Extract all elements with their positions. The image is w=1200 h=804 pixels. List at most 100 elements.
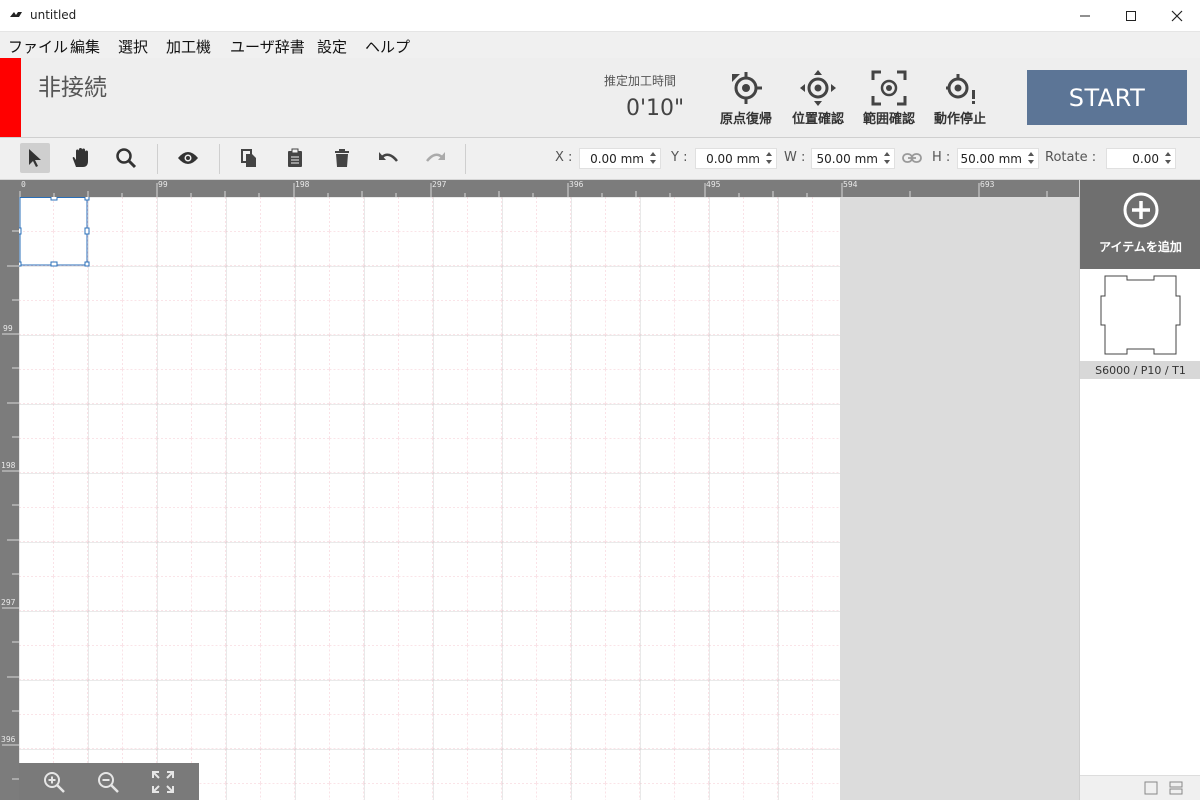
close-button[interactable] (1154, 0, 1200, 32)
home-return-button[interactable]: 原点復帰 (714, 68, 778, 128)
select-tool-button[interactable] (20, 143, 50, 173)
position-check-button[interactable]: 位置確認 (786, 68, 850, 128)
add-item-button[interactable]: アイテムを追加 (1080, 180, 1200, 269)
ruler-ticks (2, 230, 19, 780)
machine-header: 非接続 推定加工時間 0'10" 原点復帰 位置確認 範囲確認 動作停止 STA… (0, 58, 1200, 138)
x-value: 0.00 mm (590, 152, 644, 166)
spin-arrows-icon[interactable] (765, 150, 773, 166)
maximize-button[interactable] (1108, 0, 1154, 32)
home-return-label: 原点復帰 (719, 112, 772, 127)
minimize-button[interactable] (1062, 0, 1108, 32)
ruler-label: 198 (1, 461, 16, 470)
menu-settings[interactable]: 設定 (317, 36, 347, 57)
start-button[interactable]: START (1027, 70, 1187, 125)
fit-screen-icon (152, 771, 174, 793)
ruler-label: 297 (432, 180, 447, 189)
estimate-time-label: 推定加工時間 (604, 74, 677, 88)
app-logo-icon (10, 12, 22, 17)
ruler-label: 396 (569, 180, 584, 189)
ruler-label: 0 (21, 180, 26, 189)
redo-icon (426, 152, 445, 162)
menu-help[interactable]: ヘルプ (365, 36, 410, 57)
toolbar-divider (465, 144, 466, 174)
h-field[interactable]: 50.00 mm (957, 148, 1039, 169)
copy-icon (241, 149, 256, 167)
zoom-out-icon (98, 772, 119, 793)
stop-motion-label: 動作停止 (933, 112, 986, 127)
item-sidebar: アイテムを追加 S6000 / P10 / T1 (1079, 180, 1200, 800)
w-field[interactable]: 50.00 mm (811, 148, 895, 169)
single-view-icon[interactable] (1144, 781, 1158, 795)
zoom-tool-button[interactable] (111, 143, 141, 173)
minimize-icon (1080, 15, 1090, 17)
connection-status: 非接続 (38, 75, 107, 101)
hand-tool-button[interactable] (66, 143, 96, 173)
ruler-label: 594 (843, 180, 858, 189)
aspect-lock-button[interactable] (899, 143, 925, 173)
y-value: 0.00 mm (706, 152, 760, 166)
close-icon (1171, 10, 1183, 22)
design-canvas[interactable] (19, 197, 840, 800)
undo-icon (379, 152, 398, 162)
item-card[interactable]: S6000 / P10 / T1 (1080, 269, 1200, 379)
menu-machine[interactable]: 加工機 (166, 36, 211, 57)
ruler-label: 396 (1, 735, 16, 744)
h-value: 50.00 mm (960, 152, 1022, 166)
add-item-label: アイテムを追加 (1099, 240, 1182, 254)
ruler-label: 99 (3, 324, 13, 333)
menu-edit[interactable]: 編集 (70, 36, 100, 57)
menu-bar: ファイル 編集 選択 加工機 ユーザ辞書 設定 ヘルプ (0, 32, 1200, 58)
spin-arrows-icon[interactable] (1027, 150, 1035, 166)
undo-button[interactable] (374, 143, 404, 173)
rotate-value: 0.00 (1132, 152, 1159, 166)
paste-button[interactable] (280, 143, 310, 173)
toolbar-divider (157, 144, 158, 174)
ruler-label: 198 (295, 180, 310, 189)
ruler-label: 693 (980, 180, 995, 189)
hand-tool-icon (72, 148, 88, 167)
position-check-icon (800, 70, 836, 106)
menu-user-dictionary[interactable]: ユーザ辞書 (230, 36, 305, 57)
list-view-icon[interactable] (1169, 781, 1183, 795)
item-thumbnail (1100, 275, 1181, 355)
spin-arrows-icon[interactable] (1164, 150, 1172, 166)
position-check-label: 位置確認 (791, 112, 844, 127)
redo-button[interactable] (420, 143, 450, 173)
paste-icon (288, 148, 302, 167)
w-value: 50.00 mm (816, 152, 878, 166)
toolbar-divider (219, 144, 220, 174)
zoom-controls (19, 763, 199, 800)
maximize-icon (1126, 11, 1136, 21)
menu-select[interactable]: 選択 (118, 36, 148, 57)
stop-motion-icon (946, 74, 975, 104)
ruler-vertical: 99 198 297 396 (0, 197, 19, 800)
rotate-label: Rotate : (1045, 150, 1097, 165)
range-check-button[interactable]: 範囲確認 (857, 68, 921, 128)
y-label: Y : (671, 150, 688, 165)
copy-button[interactable] (234, 143, 264, 173)
spin-arrows-icon[interactable] (883, 150, 891, 166)
canvas-grid (19, 197, 840, 800)
select-tool-icon (29, 149, 41, 167)
delete-button[interactable] (327, 143, 357, 173)
x-field[interactable]: 0.00 mm (579, 148, 661, 169)
title-bar: untitled (0, 0, 1200, 32)
y-field[interactable]: 0.00 mm (695, 148, 777, 169)
rotate-field[interactable]: 0.00 (1106, 148, 1176, 169)
ruler-label: 297 (1, 598, 16, 607)
spin-arrows-icon[interactable] (649, 150, 657, 166)
estimate-time-value: 0'10" (626, 96, 685, 121)
menu-file[interactable]: ファイル (8, 36, 68, 57)
window-title: untitled (30, 8, 77, 22)
ruler-label: 495 (706, 180, 721, 189)
ruler-label: 99 (158, 180, 168, 189)
preview-eye-icon (178, 152, 198, 164)
sidebar-footer (1080, 775, 1200, 800)
delete-icon (335, 149, 349, 167)
preview-button[interactable] (173, 143, 203, 173)
stop-motion-button[interactable]: 動作停止 (928, 68, 992, 128)
zoom-in-button[interactable] (39, 767, 69, 797)
fit-screen-button[interactable] (148, 767, 178, 797)
range-check-icon (871, 70, 907, 106)
zoom-out-button[interactable] (93, 767, 123, 797)
